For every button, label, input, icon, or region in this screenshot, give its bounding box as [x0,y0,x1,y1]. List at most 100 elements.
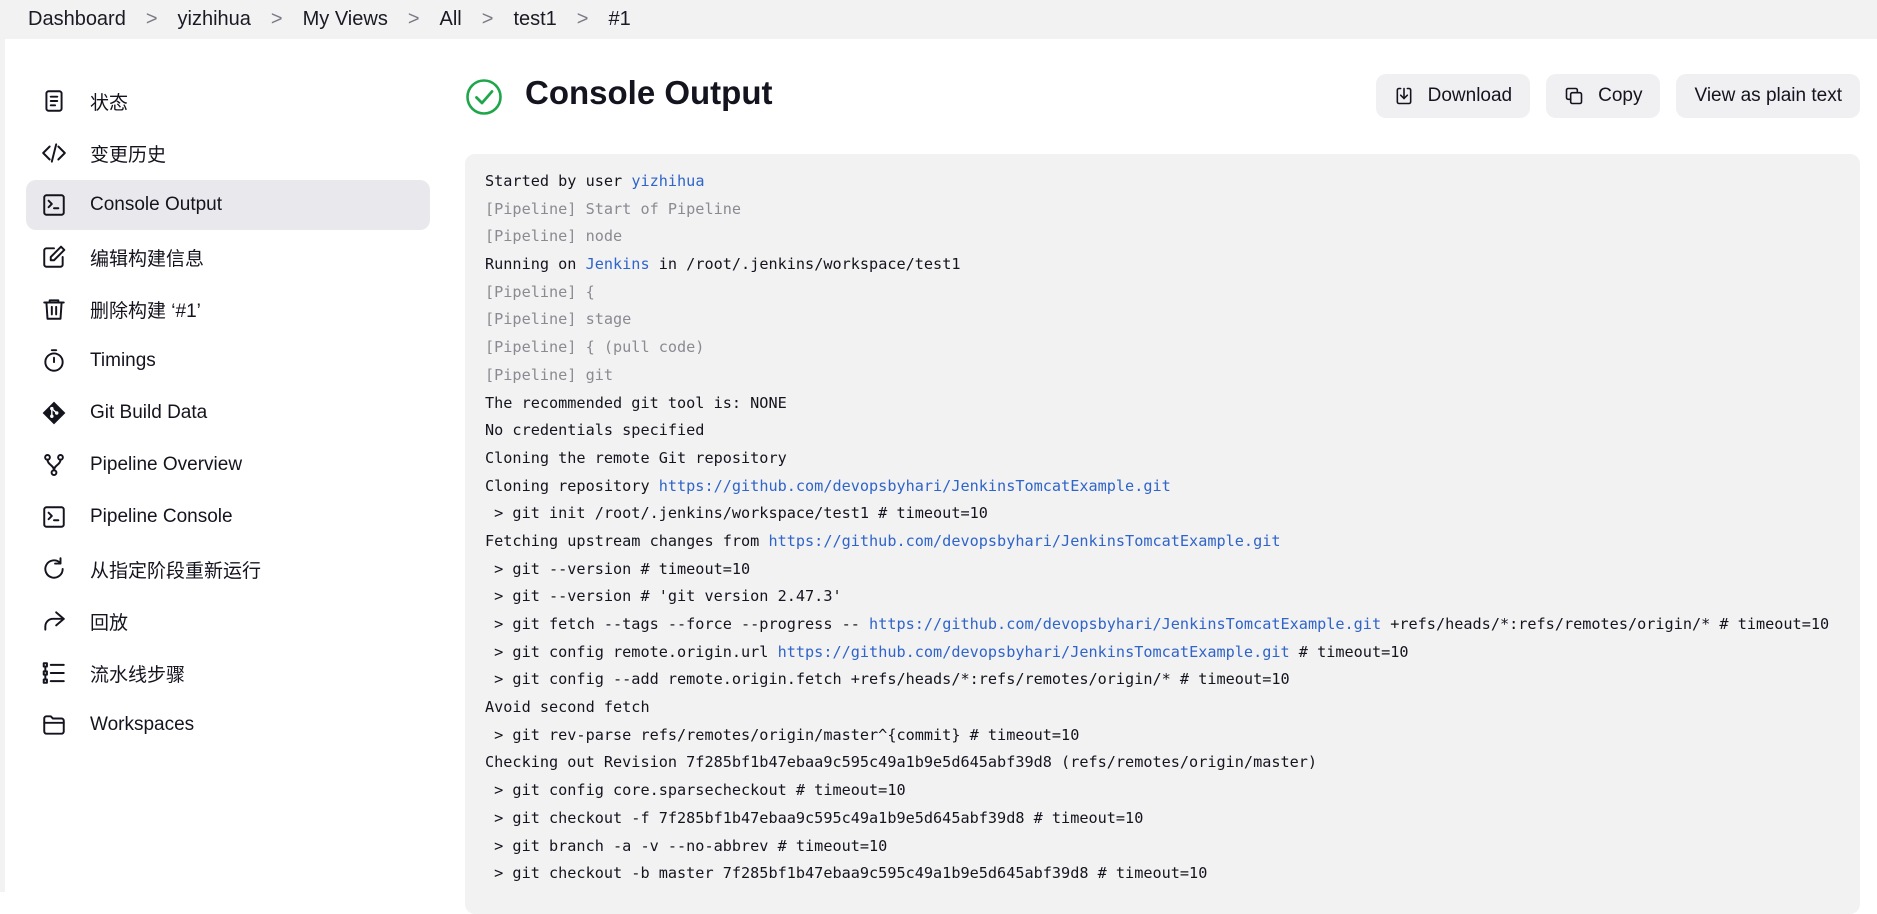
main-content: Console Output Download Copy View as pla… [465,60,1860,914]
console-text: [Pipeline] { [485,282,595,301]
console-text: [Pipeline] Start of Pipeline [485,199,742,218]
sidebar-item-pipeline-steps[interactable]: 流水线步骤 [26,648,430,698]
console-line: [Pipeline] { [485,279,1840,307]
console-line: > git --version # timeout=10 [485,556,1840,584]
page-title: Console Output [525,74,773,111]
stopwatch-icon [40,347,68,375]
console-line: > git --version # 'git version 2.47.3' [485,583,1840,611]
terminal-icon [40,191,68,219]
console-line: No credentials specified [485,417,1840,445]
console-text: > git fetch --tags --force --progress -- [485,615,870,633]
sidebar-item-label: Console Output [90,194,223,215]
console-text: Fetching upstream changes from [485,531,769,550]
copy-icon [1565,87,1583,105]
sidebar-item-console-output[interactable]: Console Output [26,180,430,230]
git-icon [40,399,68,427]
sidebar-item-label: 删除构建 ‘#1’ [90,300,201,322]
console-line: The recommended git tool is: NONE [485,390,1840,418]
sidebar-item-label: 变更历史 [90,144,167,166]
console-text: The recommended git tool is: NONE [485,393,787,412]
chevron-right-icon: > [145,8,158,30]
console-link[interactable]: https://github.com/devopsbyhari/JenkinsT… [768,532,1280,550]
breadcrumb-item-dashboard[interactable]: Dashboard [28,8,126,31]
sidebar-item-restart-from-stage[interactable]: 从指定阶段重新运行 [26,544,430,594]
console-link[interactable]: Jenkins [586,255,650,273]
chevron-right-icon: > [481,8,494,30]
sidebar-item-label: Pipeline Overview [90,454,243,475]
sidebar-item-workspaces[interactable]: Workspaces [26,700,430,750]
sidebar-item-replay[interactable]: 回放 [26,596,430,646]
sidebar-item-timings[interactable]: Timings [26,336,430,386]
console-text: > git --version # 'git version 2.47.3' [485,587,842,606]
console-link[interactable]: https://github.com/devopsbyhari/JenkinsT… [869,615,1381,633]
chevron-right-icon: > [576,8,589,30]
console-text: [Pipeline] stage [485,310,632,329]
sidebar-item-pipeline-console[interactable]: Pipeline Console [26,492,430,542]
view-plain-text-button[interactable]: View as plain text [1676,74,1860,118]
sidebar-item-status[interactable]: 状态 [26,76,430,126]
download-button[interactable]: Download [1375,74,1531,118]
console-line: > git checkout -b master 7f285bf1b47ebaa… [485,860,1840,888]
console-text: Started by user [485,172,632,190]
console-line: > git init /root/.jenkins/workspace/test… [485,500,1840,528]
console-line: Running on Jenkins in /root/.jenkins/wor… [485,251,1840,279]
console-text: Running on [485,255,586,274]
breadcrumb-item-job[interactable]: test1 [513,8,556,31]
chevron-right-icon: > [407,8,420,30]
console-text: [Pipeline] git [485,365,614,384]
console-text: > git --version # timeout=10 [485,559,751,578]
breadcrumb-item-my-views[interactable]: My Views [303,8,388,31]
console-text: Cloning repository [485,476,659,495]
sidebar-item-label: Timings [90,350,156,371]
console-line: Cloning the remote Git repository [485,445,1840,473]
code-icon [40,139,68,167]
console-link[interactable]: yizhihua [631,172,704,190]
console-line: [Pipeline] Start of Pipeline [485,196,1840,224]
console-text: Avoid second fetch [485,698,650,717]
sidebar-item-label: 从指定阶段重新运行 [90,560,262,582]
sidebar-item-label: Pipeline Console [90,506,233,527]
sidebar-item-delete-build[interactable]: 删除构建 ‘#1’ [26,284,430,334]
folder-icon [40,711,68,739]
console-text: Cloning the remote Git repository [485,448,787,467]
console-text: No credentials specified [485,421,705,440]
breadcrumb-item-user[interactable]: yizhihua [178,8,251,31]
console-line: Started by user yizhihua [485,168,1840,196]
console-line: [Pipeline] node [485,223,1840,251]
console-line: Cloning repository https://github.com/de… [485,473,1840,501]
title-row: Console Output Download Copy View as pla… [465,60,1860,132]
console-line: > git branch -a -v --no-abbrev # timeout… [485,833,1840,861]
branch-icon [40,451,68,479]
download-icon [1396,87,1412,105]
console-line: Checking out Revision 7f285bf1b47ebaa9c5… [485,749,1840,777]
console-text: > git branch -a -v --no-abbrev # timeout… [485,836,888,855]
redo-icon [40,555,68,583]
sidebar-item-pipeline-overview[interactable]: Pipeline Overview [26,440,430,490]
console-text: > git config core.sparsecheckout # timeo… [485,781,906,800]
chevron-right-icon: > [270,8,283,30]
console-link[interactable]: https://github.com/devopsbyhari/JenkinsT… [778,643,1290,661]
console-link[interactable]: https://github.com/devopsbyhari/JenkinsT… [659,477,1171,495]
sidebar-item-git-build-data[interactable]: Git Build Data [26,388,430,438]
sidebar-item-label: 编辑构建信息 [90,248,205,270]
left-edge-divider [0,39,5,892]
console-text: > git config remote.origin.url [485,642,778,661]
console-text: Checking out Revision 7f285bf1b47ebaa9c5… [485,753,1318,772]
edit-icon [40,243,68,271]
console-text: > git config --add remote.origin.fetch +… [485,670,1290,689]
sidebar-item-label: Workspaces [90,714,195,735]
breadcrumb-item-build[interactable]: #1 [608,8,630,31]
console-text: # timeout=10 [1289,642,1409,661]
console-text: [Pipeline] node [485,227,623,246]
copy-button[interactable]: Copy [1546,74,1661,118]
console-line: > git config core.sparsecheckout # timeo… [485,777,1840,805]
console-line: > git rev-parse refs/remotes/origin/mast… [485,722,1840,750]
console-line: Avoid second fetch [485,694,1840,722]
list-icon [40,659,68,687]
sidebar-item-edit-build-info[interactable]: 编辑构建信息 [26,232,430,282]
sidebar-item-label: 回放 [90,612,129,634]
breadcrumb-item-all[interactable]: All [440,8,462,31]
sidebar-item-changes[interactable]: 变更历史 [26,128,430,178]
breadcrumb: Dashboard > yizhihua > My Views > All > … [0,0,1877,39]
console-output: Started by user yizhihua [Pipeline] Start… [465,154,1860,914]
